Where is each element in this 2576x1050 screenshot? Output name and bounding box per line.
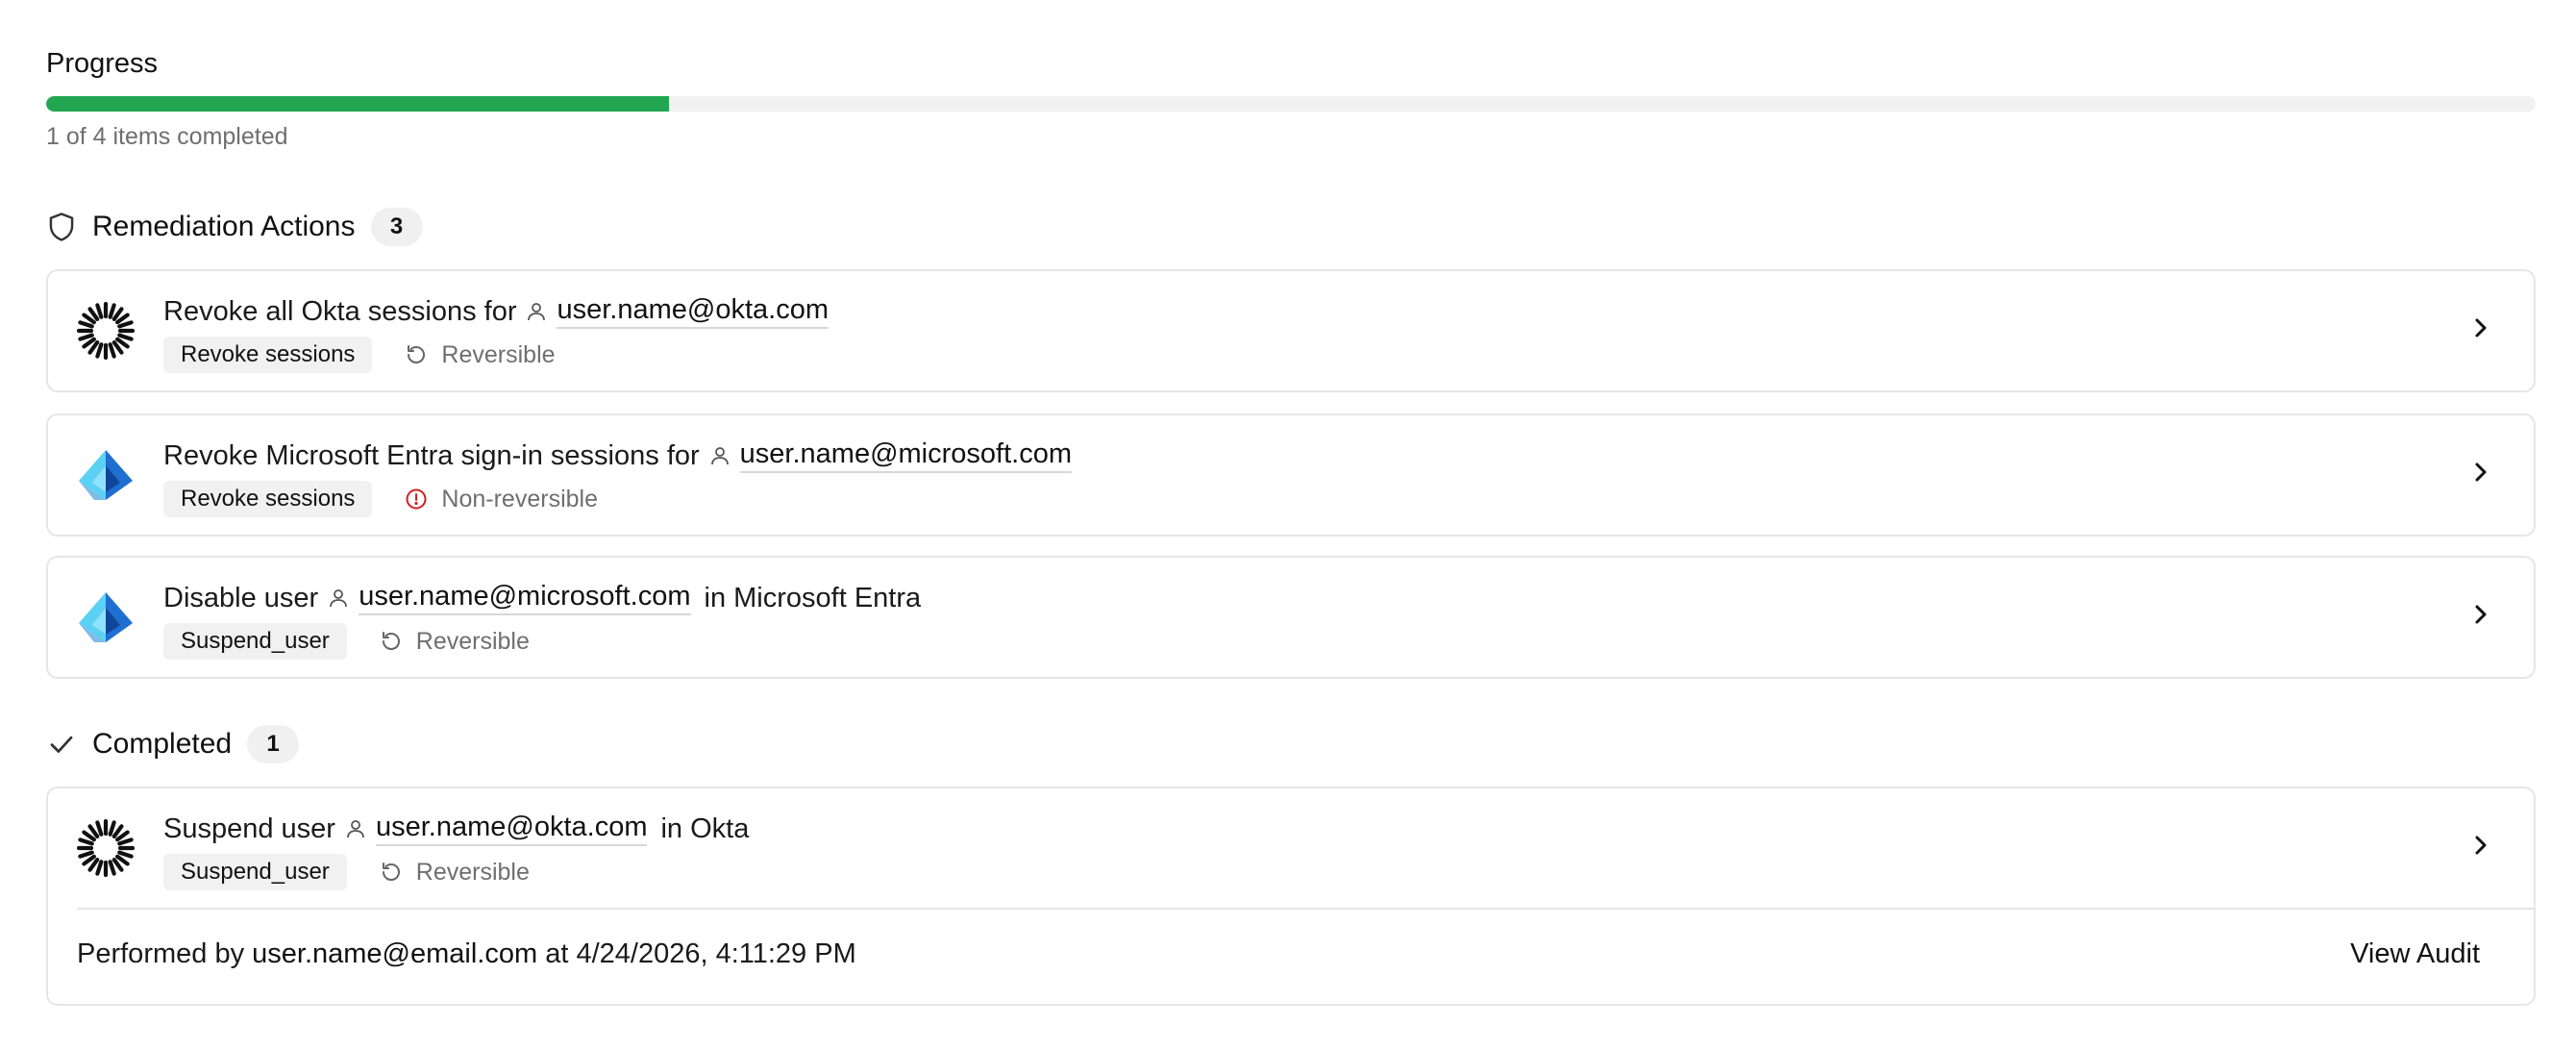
user-icon (709, 445, 731, 466)
progress-title: Progress (46, 48, 159, 79)
alert-circle-icon (405, 488, 428, 511)
check-icon (46, 729, 77, 760)
undo-icon (380, 630, 403, 653)
action-meta: Suspend_user Reversible (163, 854, 530, 890)
user-email-link[interactable]: user.name@microsoft.com (359, 581, 691, 615)
okta-logo (77, 819, 135, 877)
completed-action-row[interactable]: Suspend user user.name@okta.com in Okta … (48, 788, 2534, 908)
user-email-link[interactable]: user.name@microsoft.com (739, 438, 1072, 473)
view-audit-button[interactable]: View Audit (2350, 938, 2480, 970)
progress-caption: 1 of 4 items completed (46, 123, 288, 150)
progress-bar-fill (46, 96, 669, 112)
chevron-right-icon[interactable] (2466, 600, 2495, 629)
performed-at-timestamp: 4/24/2026, 4:11:29 PM (576, 938, 856, 969)
action-meta: Revoke sessions Reversible (163, 337, 556, 373)
chevron-right-icon[interactable] (2466, 458, 2495, 487)
action-type-tag: Revoke sessions (163, 337, 373, 373)
remediation-action-row[interactable]: Disable user user.name@microsoft.com in … (48, 558, 2534, 677)
completed-title: Completed (92, 728, 233, 760)
microsoft-entra-logo (79, 450, 133, 500)
user-email-link[interactable]: user.name@okta.com (557, 294, 829, 329)
performed-at-prefix: at (545, 938, 569, 969)
completed-header: Completed 1 (46, 723, 300, 765)
performed-by-prefix: Performed by (77, 938, 245, 969)
action-title: Disable user user.name@microsoft.com in … (163, 581, 921, 615)
action-title-suffix: in Microsoft Entra (704, 582, 922, 613)
action-title-text: Suspend user (163, 812, 335, 844)
reversibility-label: Non-reversible (441, 485, 598, 512)
okta-logo (77, 302, 135, 360)
reversibility-label: Reversible (415, 627, 530, 655)
performed-by-text: Performed by user.name@email.com at 4/24… (77, 938, 856, 970)
remediation-action-row[interactable]: Revoke Microsoft Entra sign-in sessions … (48, 415, 2534, 535)
undo-icon (380, 861, 403, 884)
completed-count-badge: 1 (247, 725, 300, 763)
remediation-actions-header: Remediation Actions 3 (46, 206, 423, 248)
reversibility-label: Reversible (441, 340, 556, 368)
microsoft-entra-logo (79, 592, 133, 642)
chevron-right-icon[interactable] (2466, 313, 2495, 342)
remediation-action-card[interactable]: Revoke all Okta sessions for user.name@o… (46, 269, 2536, 392)
remediation-actions-title: Remediation Actions (92, 211, 356, 242)
user-icon (345, 818, 366, 839)
action-title: Revoke all Okta sessions for user.name@o… (163, 294, 838, 329)
action-title-text: Disable user (163, 582, 319, 613)
action-title-text: Revoke all Okta sessions for (163, 295, 517, 327)
undo-icon (405, 343, 428, 366)
action-title-text: Revoke Microsoft Entra sign-in sessions … (163, 439, 700, 471)
chevron-right-icon[interactable] (2466, 831, 2495, 860)
action-title-suffix: in Okta (660, 812, 750, 844)
progress-bar (46, 96, 2536, 112)
action-meta: Suspend_user Reversible (163, 623, 530, 660)
remediation-action-row[interactable]: Revoke all Okta sessions for user.name@o… (48, 271, 2534, 390)
user-icon (328, 588, 349, 609)
action-type-tag: Revoke sessions (163, 481, 373, 517)
action-type-tag: Suspend_user (163, 623, 347, 660)
reversibility-label: Reversible (415, 858, 530, 886)
shield-icon (46, 212, 77, 242)
user-icon (526, 301, 547, 322)
action-meta: Revoke sessions Non-reversible (163, 481, 598, 517)
remediation-action-card[interactable]: Disable user user.name@microsoft.com in … (46, 556, 2536, 679)
remediation-actions-count-badge: 3 (370, 208, 423, 246)
action-title: Revoke Microsoft Entra sign-in sessions … (163, 438, 1081, 473)
action-title: Suspend user user.name@okta.com in Okta (163, 812, 749, 846)
remediation-action-card[interactable]: Revoke Microsoft Entra sign-in sessions … (46, 413, 2536, 537)
completed-action-card[interactable]: Suspend user user.name@okta.com in Okta … (46, 787, 2536, 1006)
performed-by-user: user.name@email.com (252, 938, 538, 969)
user-email-link[interactable]: user.name@okta.com (375, 812, 648, 846)
completed-action-footer: Performed by user.name@email.com at 4/24… (77, 908, 2534, 1004)
action-type-tag: Suspend_user (163, 854, 347, 890)
